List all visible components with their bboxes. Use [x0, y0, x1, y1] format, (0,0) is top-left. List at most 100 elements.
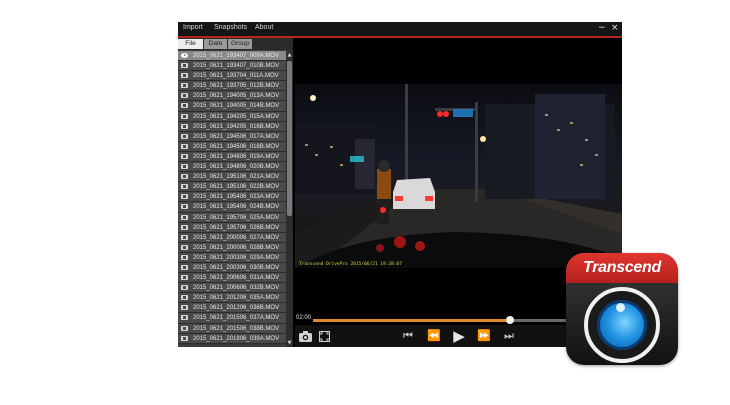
file-list-item[interactable]: 2015_0621_194506_017A.MOV: [178, 131, 286, 142]
file-list-item[interactable]: 2015_0621_194506_018B.MOV: [178, 141, 286, 152]
file-list-item[interactable]: 2015_0621_194005_014B.MOV: [178, 101, 286, 112]
file-list-item[interactable]: 2015_0621_201806_039A.MOV: [178, 333, 286, 344]
fast-forward-icon[interactable]: ⏩: [475, 327, 493, 345]
file-list-item[interactable]: 2015_0621_195706_026B.MOV: [178, 222, 286, 233]
file-name: 2015_0621_193407_009A.MOV: [193, 53, 280, 59]
file-name: 2015_0621_194005_014B.MOV: [193, 103, 280, 110]
film-icon: [181, 214, 188, 220]
file-name: 2015_0621_200306_029A.MOV: [193, 254, 280, 261]
camera-icon[interactable]: [298, 327, 312, 345]
play-icon[interactable]: ▶: [450, 327, 468, 345]
file-list-item[interactable]: 2015_0621_200306_030B.MOV: [178, 262, 286, 274]
film-icon: [181, 164, 188, 170]
file-list-item[interactable]: 2015_0621_195406_023A.MOV: [178, 192, 286, 203]
file-list-item[interactable]: 2015_0621_194005_013A.MOV: [178, 91, 286, 102]
film-icon: [181, 83, 188, 89]
menu-import[interactable]: Import: [183, 24, 203, 31]
tab-file[interactable]: File: [178, 39, 203, 49]
skip-previous-icon[interactable]: ⏮: [400, 327, 416, 345]
file-list-item[interactable]: 2015_0621_194806_020B.MOV: [178, 162, 286, 173]
file-list-item[interactable]: 2015_0621_201506_038B.MOV: [178, 323, 286, 334]
close-button[interactable]: ×: [611, 23, 619, 34]
file-name: 2015_0621_195106_021A.MOV: [193, 174, 280, 181]
skip-next-icon[interactable]: ⏭: [501, 327, 517, 345]
film-icon: [181, 254, 188, 260]
film-icon: [181, 194, 188, 200]
logo-brand-text: Transcend: [583, 259, 661, 276]
file-name: 2015_0621_195706_026B.MOV: [193, 224, 280, 231]
film-icon: [181, 234, 188, 240]
seek-track[interactable]: [313, 316, 603, 324]
file-list-item[interactable]: 2015_0621_194205_016B.MOV: [178, 121, 286, 132]
video-frame[interactable]: Transcend DrivePro 2015/06/21 19:38:07: [295, 84, 622, 268]
scroll-up-icon[interactable]: ▲: [286, 51, 293, 59]
file-list-item[interactable]: 2015_0621_195106_021A.MOV: [178, 172, 286, 183]
minimize-button[interactable]: −: [598, 23, 606, 34]
tab-group[interactable]: Group: [228, 39, 252, 49]
file-list-item[interactable]: 2015_0621_195106_022B.MOV: [178, 182, 286, 193]
film-icon: [181, 174, 188, 180]
scroll-down-icon[interactable]: ▼: [286, 339, 293, 347]
file-list-item[interactable]: 2015_0621_200606_032B.MOV: [178, 283, 286, 294]
file-name: 2015_0621_193705_012B.MOV: [193, 83, 280, 90]
film-icon: [181, 264, 188, 270]
file-list-item[interactable]: 2015_0621_201506_037A.MOV: [178, 313, 286, 324]
file-name: 2015_0621_200306_030B.MOV: [193, 264, 280, 271]
file-list-scrollbar[interactable]: ▲ ▼: [286, 51, 293, 347]
fullscreen-icon[interactable]: [317, 327, 331, 345]
scroll-thumb[interactable]: [287, 61, 292, 216]
file-name: 2015_0621_195706_025A.MOV: [193, 214, 280, 221]
file-sidebar: File Date Group 2015_0621_193407_009A.MO…: [178, 38, 293, 347]
file-name: 2015_0621_194205_015A.MOV: [193, 113, 280, 120]
file-list-item[interactable]: 2015_0621_200006_027A.MOV: [178, 232, 286, 243]
file-name: 2015_0621_201806_039A.MOV: [193, 335, 280, 342]
file-list-item[interactable]: 2015_0621_195706_025A.MOV: [178, 212, 286, 223]
film-icon: [181, 184, 188, 190]
file-name: 2015_0621_201506_037A.MOV: [193, 315, 280, 322]
file-name: 2015_0621_200606_031A.MOV: [193, 275, 280, 282]
menu-about[interactable]: About: [255, 24, 273, 31]
film-icon: [181, 113, 188, 119]
file-list-item[interactable]: 2015_0621_194205_015A.MOV: [178, 111, 286, 122]
film-icon: [181, 73, 188, 79]
film-icon: [181, 275, 188, 281]
film-icon: [181, 295, 188, 301]
film-icon: [181, 63, 188, 69]
file-list-item[interactable]: 2015_0621_200606_031A.MOV: [178, 273, 286, 284]
film-icon: [181, 285, 188, 291]
file-list-item[interactable]: 2015_0621_193407_010B.MOV: [178, 61, 286, 72]
file-list-item[interactable]: 2015_0621_201206_036B.MOV: [178, 303, 286, 314]
file-list-item[interactable]: 2015_0621_193705_012B.MOV: [178, 81, 286, 92]
file-list-item[interactable]: 2015_0621_194806_019A.MOV: [178, 151, 286, 163]
file-list-item[interactable]: 2015_0621_195406_024B.MOV: [178, 202, 286, 213]
file-name: 2015_0621_194806_020B.MOV: [193, 164, 280, 171]
rewind-icon[interactable]: ⏪: [425, 327, 443, 345]
file-list: 2015_0621_193407_009A.MOV 2015_0621_19340…: [178, 51, 286, 347]
file-name: 2015_0621_194506_017A.MOV: [193, 133, 280, 140]
file-name: 2015_0621_195406_023A.MOV: [193, 194, 280, 201]
file-list-item[interactable]: 2015_0621_200306_029A.MOV: [178, 252, 286, 263]
file-name: 2015_0621_200006_027A.MOV: [193, 234, 280, 241]
camera-lens-icon: [584, 287, 660, 363]
film-icon: [181, 93, 188, 99]
timecode: 02:00: [296, 315, 312, 321]
sidebar-tabs: File Date Group: [178, 38, 293, 50]
seek-knob[interactable]: [506, 316, 515, 324]
file-list-item[interactable]: 2015_0621_193407_009A.MOV: [178, 51, 286, 62]
file-list-item[interactable]: 2015_0621_201206_035A.MOV: [178, 293, 286, 304]
film-icon: [181, 204, 188, 210]
film-icon: [181, 153, 188, 159]
night-street-scene: [295, 84, 622, 268]
menu-snapshots[interactable]: Snapshots: [214, 24, 247, 31]
file-name: 2015_0621_201506_038B.MOV: [193, 325, 280, 332]
film-icon: [181, 325, 188, 331]
file-list-item[interactable]: 2015_0621_193704_011A.MOV: [178, 71, 286, 82]
tab-date[interactable]: Date: [204, 39, 227, 49]
film-icon: [181, 143, 188, 149]
film-icon: [181, 123, 188, 129]
film-icon: [181, 133, 188, 139]
file-list-item[interactable]: 2015_0621_200006_028B.MOV: [178, 242, 286, 253]
play-circle-icon: [181, 53, 188, 58]
file-name: 2015_0621_200606_032B.MOV: [193, 285, 280, 292]
film-icon: [181, 244, 188, 250]
